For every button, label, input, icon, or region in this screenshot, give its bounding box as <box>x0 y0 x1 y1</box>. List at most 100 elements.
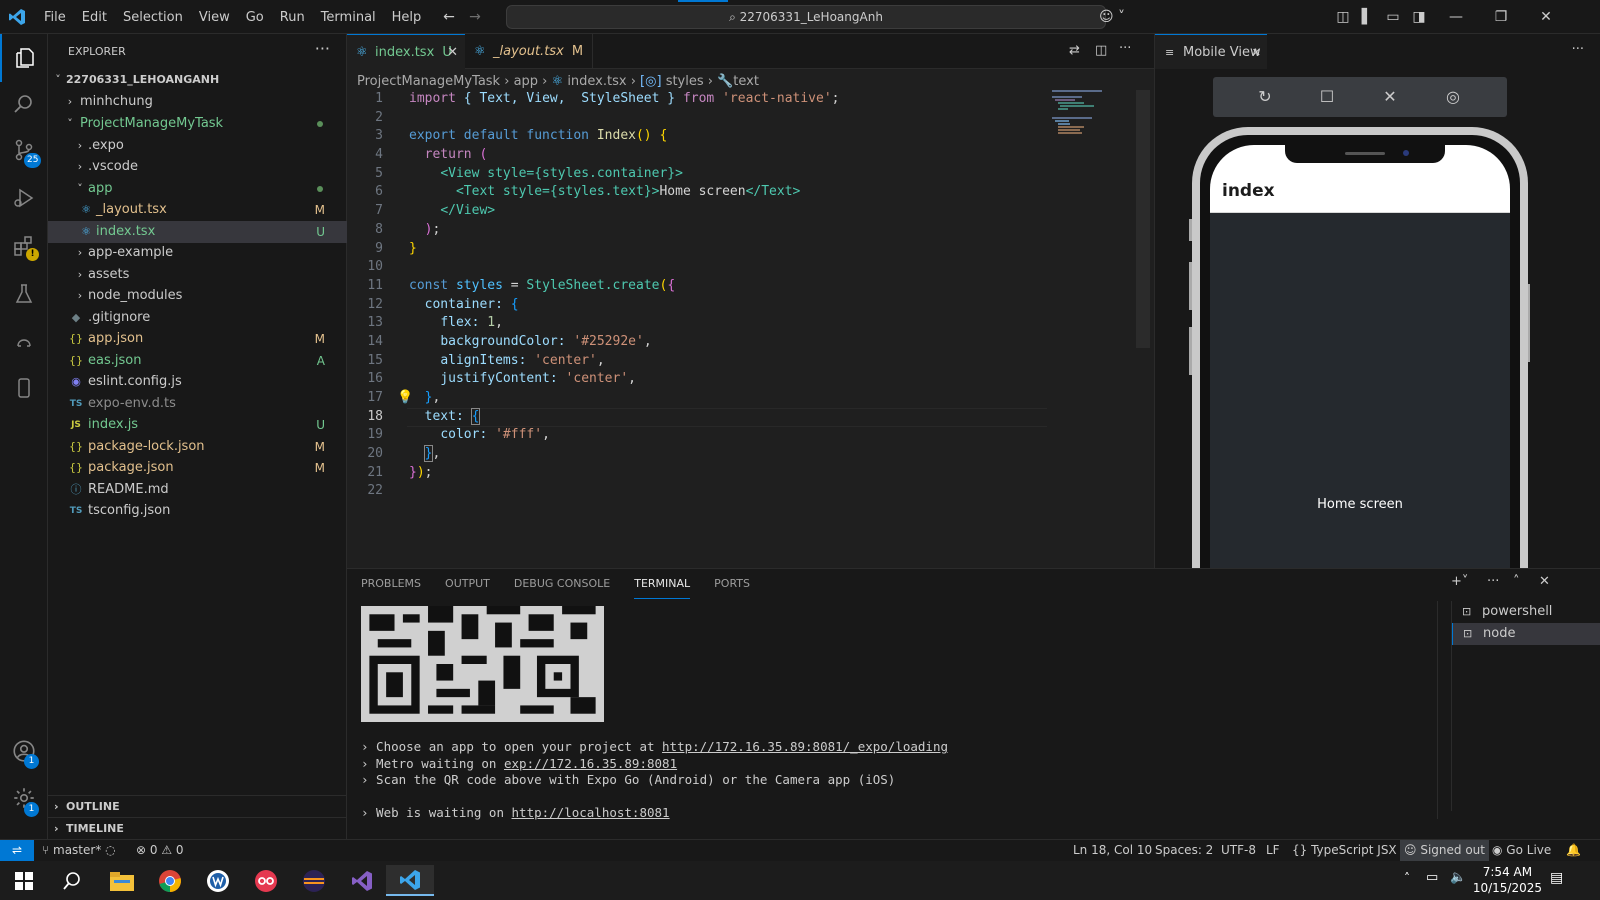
menu-file[interactable]: File <box>36 10 74 25</box>
menu-selection[interactable]: Selection <box>115 10 191 25</box>
forward-arrow-icon[interactable]: → <box>466 8 484 26</box>
customize-layout-icon[interactable]: ◫ <box>1334 8 1352 26</box>
editor-scrollbar[interactable] <box>1136 90 1150 348</box>
tree-file-layout[interactable]: ⚛ _layout.tsx M <box>48 199 347 221</box>
phone-screen[interactable]: index Home screen <box>1210 145 1510 595</box>
minimize-icon[interactable]: — <box>1447 8 1465 26</box>
close-icon[interactable]: ✕ <box>1252 35 1261 70</box>
stop-square-icon[interactable]: ☐ <box>1315 85 1339 109</box>
encoding[interactable]: UTF-8 <box>1221 840 1256 861</box>
tree-folder-assets[interactable]: › assets <box>48 264 347 286</box>
menu-go[interactable]: Go <box>238 10 272 25</box>
app-oo-icon[interactable] <box>242 865 290 896</box>
accounts-icon[interactable]: 1 <box>0 727 48 775</box>
menu-help[interactable]: Help <box>384 10 430 25</box>
close-window-icon[interactable]: ✕ <box>1537 8 1555 26</box>
terminal-item-node[interactable]: ⊡ node <box>1452 623 1600 645</box>
copilot-status[interactable]: ☺ Signed out <box>1400 840 1489 861</box>
tree-file-index-js[interactable]: JS index.js U <box>48 414 347 436</box>
terminal-link[interactable]: http://localhost:8081 <box>512 805 670 820</box>
testing-flask-icon[interactable] <box>0 270 48 318</box>
compare-changes-icon[interactable]: ⇄ <box>1069 43 1080 58</box>
tree-folder-app[interactable]: ˅ app <box>48 178 347 200</box>
chrome-icon[interactable] <box>146 865 194 896</box>
breadcrumb-item[interactable]: text <box>733 74 759 89</box>
branch-status[interactable]: ⑂ master* ◌ <box>42 840 116 861</box>
search-icon[interactable] <box>0 80 48 128</box>
refresh-icon[interactable]: ↻ <box>1253 85 1277 109</box>
back-arrow-icon[interactable]: ← <box>440 8 458 26</box>
tree-file-package-lock[interactable]: {} package-lock.json M <box>48 436 347 458</box>
remote-indicator-icon[interactable]: ⇌ <box>0 840 34 862</box>
camera-icon[interactable]: ◎ <box>1441 85 1465 109</box>
windows-start-icon[interactable] <box>0 865 48 896</box>
terminal-link[interactable]: exp://172.16.35.89:8081 <box>504 756 677 771</box>
menu-edit[interactable]: Edit <box>74 10 115 25</box>
terminal-item-powershell[interactable]: ⊡ powershell <box>1452 601 1600 623</box>
breadcrumb-item[interactable]: ProjectManageMyTask <box>357 74 500 89</box>
language-mode[interactable]: {} TypeScript JSX <box>1292 840 1397 861</box>
copilot-icon[interactable]: ☺ ˅ <box>1098 8 1126 26</box>
visual-studio-icon[interactable] <box>338 865 386 896</box>
problems-status[interactable]: ⊗ 0 ⚠ 0 <box>136 840 184 861</box>
tree-file-gitignore[interactable]: ◆ .gitignore <box>48 307 347 329</box>
toggle-secondary-sidebar-icon[interactable]: ◨ <box>1410 8 1428 26</box>
volume-muted-icon[interactable]: 🔈 <box>1450 870 1466 885</box>
tree-folder-minhchung[interactable]: › minhchung <box>48 91 347 113</box>
tab-terminal[interactable]: TERMINAL <box>634 569 691 599</box>
menu-terminal[interactable]: Terminal <box>313 10 384 25</box>
new-terminal-icon[interactable]: +˅ <box>1451 574 1468 589</box>
tree-folder-app-example[interactable]: › app-example <box>48 242 347 264</box>
tree-folder-expo[interactable]: › .expo <box>48 135 347 157</box>
source-control-icon[interactable]: 25 <box>0 126 48 174</box>
breadcrumb-item[interactable]: app <box>514 74 538 89</box>
more-actions-icon[interactable]: ··· <box>1572 42 1584 57</box>
file-explorer-icon[interactable] <box>98 865 146 896</box>
breadcrumb-item[interactable]: index.tsx <box>567 74 626 89</box>
tree-file-eas-json[interactable]: {} eas.json A <box>48 350 347 372</box>
eclipse-icon[interactable] <box>290 865 338 896</box>
terminal-scrollbar[interactable] <box>1437 601 1445 819</box>
maximize-panel-icon[interactable]: ˄ <box>1513 574 1520 589</box>
vscode-taskbar-icon[interactable] <box>386 865 434 896</box>
go-live-button[interactable]: ◉ Go Live <box>1492 840 1551 861</box>
more-actions-icon[interactable]: ··· <box>315 39 330 58</box>
tree-file-package-json[interactable]: {} package.json M <box>48 457 347 479</box>
terminal-output[interactable]: › Choose an app to open your project at … <box>361 739 948 822</box>
taskbar-clock[interactable]: 7:54 AM 10/15/2025 <box>1473 864 1542 896</box>
tab-mobile-view[interactable]: ≡ Mobile View ✕ <box>1155 34 1267 69</box>
close-icon[interactable]: ✕ <box>447 35 458 70</box>
tab-layout-tsx[interactable]: ⚛ _layout.tsx M <box>465 34 593 69</box>
tree-folder-node-modules[interactable]: › node_modules <box>48 285 347 307</box>
command-center-search[interactable]: ⌕ 22706331_LeHoangAnh <box>506 5 1106 29</box>
tree-file-app-json[interactable]: {} app.json M <box>48 328 347 350</box>
notifications-bell-icon[interactable]: 🔔 <box>1566 840 1581 861</box>
menu-view[interactable]: View <box>191 10 238 25</box>
explorer-icon[interactable] <box>0 34 48 82</box>
tray-overflow-chevron-icon[interactable]: ˄ <box>1404 871 1410 885</box>
minimap[interactable] <box>1052 90 1117 138</box>
tab-output[interactable]: OUTPUT <box>445 569 490 599</box>
tree-folder-projectmanagemytask[interactable]: ˅ ProjectManageMyTask <box>48 113 347 135</box>
menu-run[interactable]: Run <box>272 10 313 25</box>
manage-gear-icon[interactable]: 1 <box>0 774 48 822</box>
remote-explorer-icon[interactable] <box>0 318 48 366</box>
toggle-panel-icon[interactable]: ▭ <box>1384 8 1402 26</box>
tree-file-expo-env[interactable]: TS expo-env.d.ts <box>48 393 347 415</box>
run-debug-icon[interactable] <box>0 174 48 222</box>
timeline-section[interactable]: › TIMELINE <box>48 817 347 839</box>
terminal-link[interactable]: http://172.16.35.89:8081/_expo/loading <box>662 739 948 754</box>
taskbar-search-icon[interactable] <box>48 865 96 896</box>
tab-index-tsx[interactable]: ⚛ index.tsx U ✕ <box>347 34 465 69</box>
workspace-root[interactable]: ˅ 22706331_LEHOANGANH <box>48 69 347 91</box>
tree-folder-vscode[interactable]: › .vscode <box>48 156 347 178</box>
more-actions-icon[interactable]: ··· <box>1119 41 1131 56</box>
tree-file-tsconfig[interactable]: TS tsconfig.json <box>48 500 347 522</box>
mobile-device-icon[interactable] <box>0 364 48 412</box>
extensions-icon[interactable]: ! <box>0 222 48 270</box>
code-editor[interactable]: 1 import { Text, View, StyleSheet } from … <box>347 90 1137 501</box>
toggle-primary-sidebar-icon[interactable]: ▌ <box>1358 8 1376 26</box>
close-icon[interactable]: ✕ <box>1378 85 1402 109</box>
tab-ports[interactable]: PORTS <box>714 569 750 599</box>
restore-icon[interactable]: ❐ <box>1492 8 1510 26</box>
